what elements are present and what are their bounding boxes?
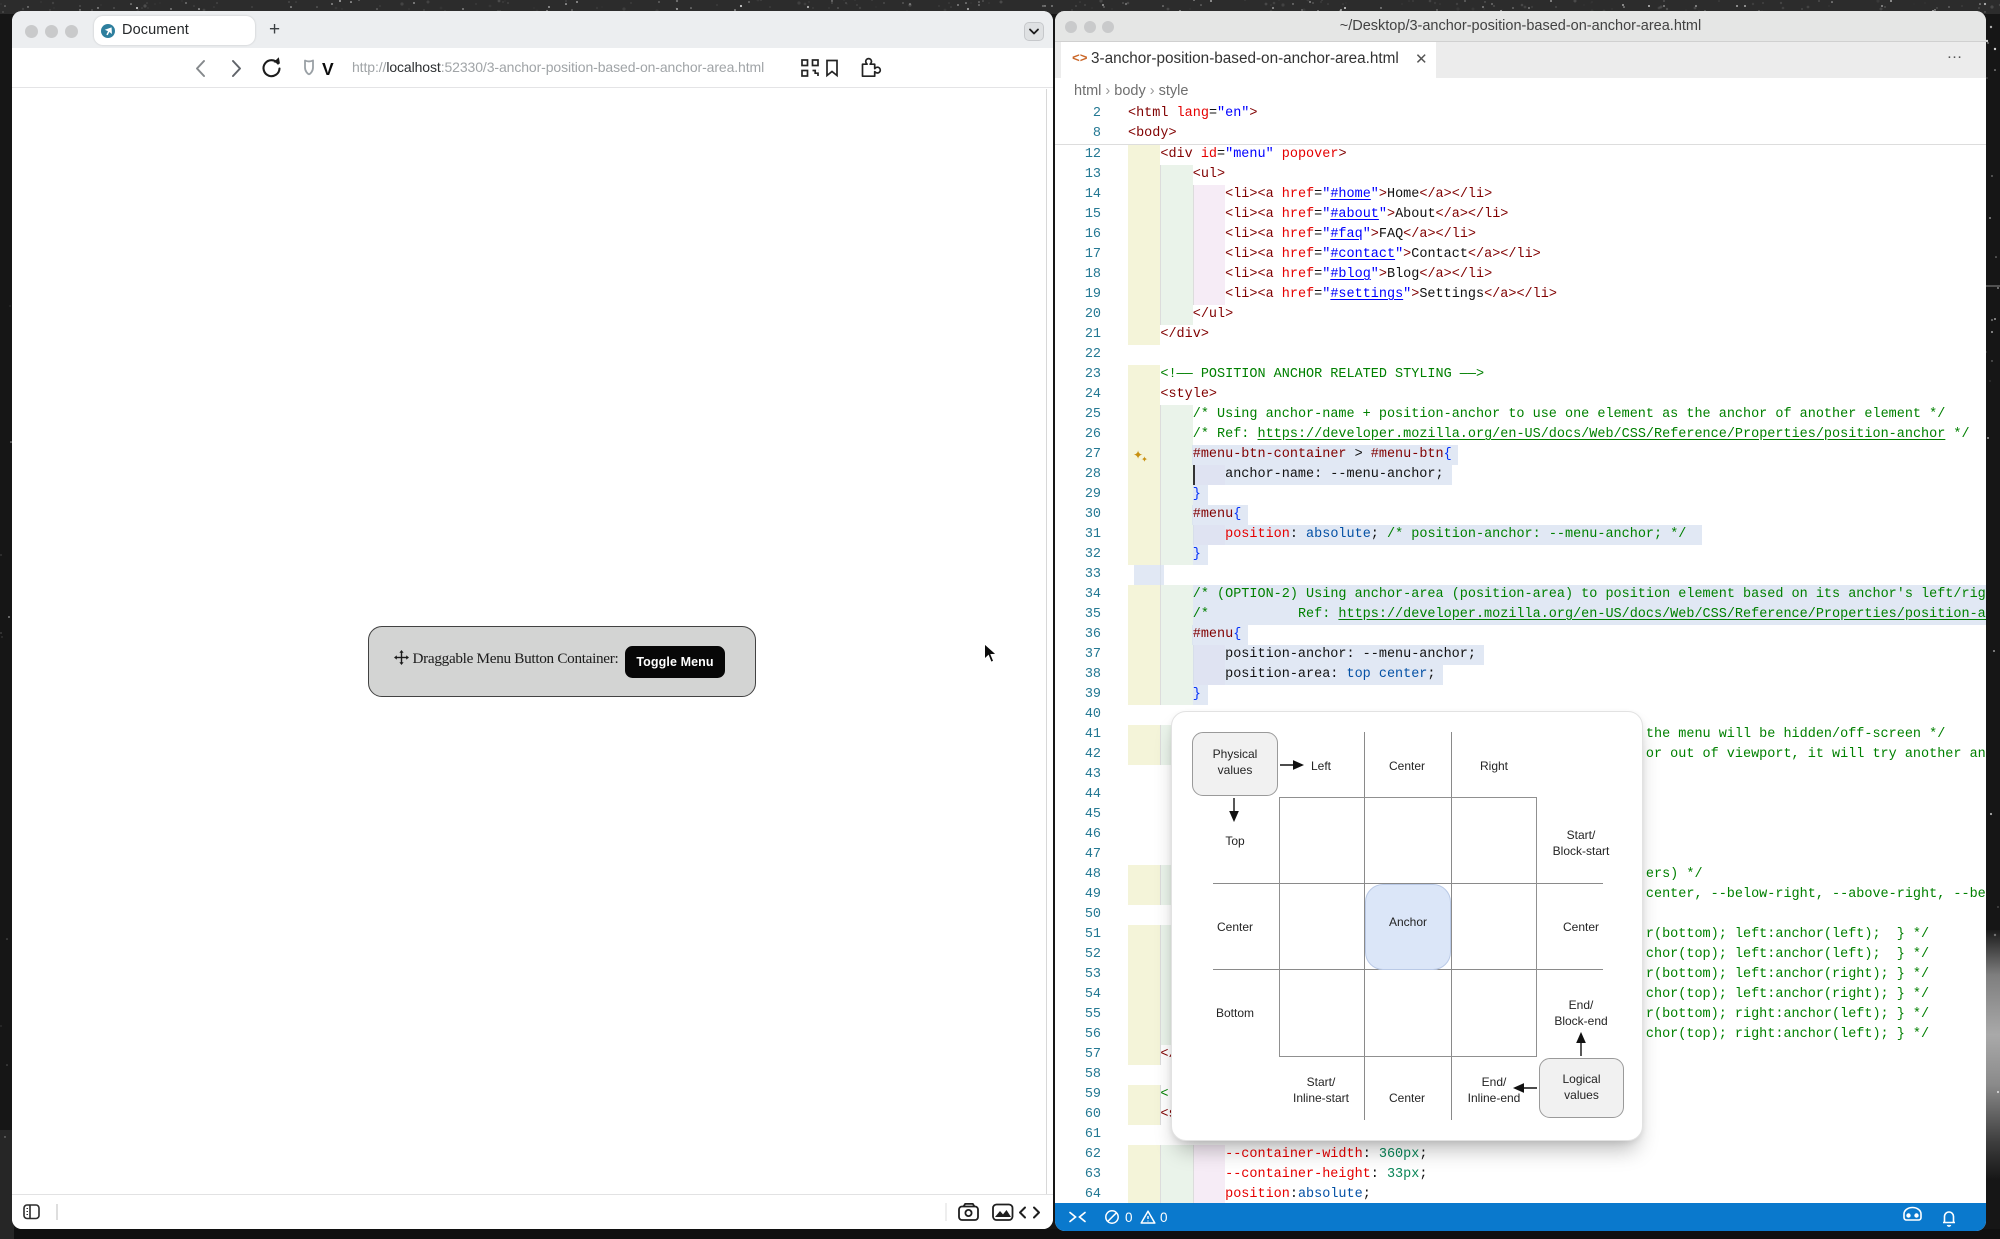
svg-text:V: V [322, 59, 334, 79]
svg-text:0: 0 [1160, 1210, 1168, 1225]
svg-text:0: 0 [1125, 1210, 1133, 1225]
